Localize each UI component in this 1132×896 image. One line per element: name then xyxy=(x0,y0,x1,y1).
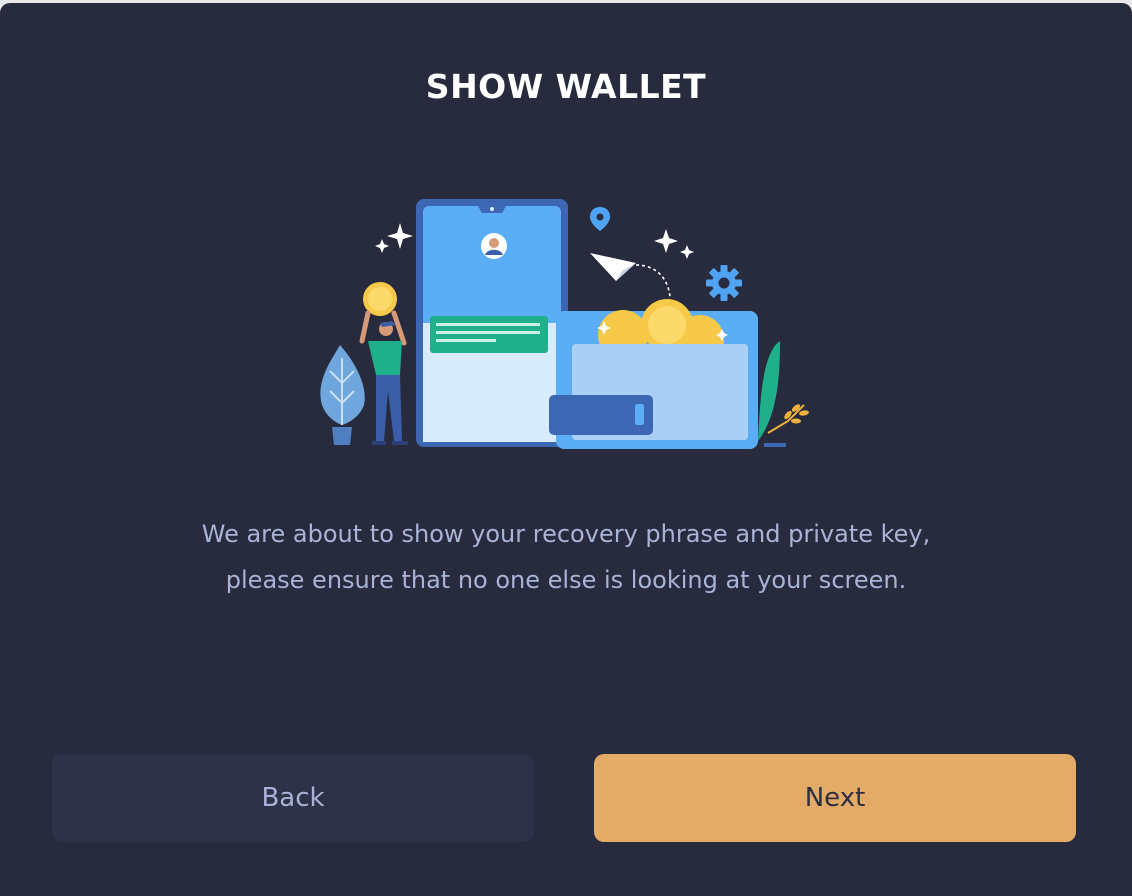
show-wallet-dialog: SHOW WALLET We are about to show your re… xyxy=(0,3,1132,896)
sparkle-icon xyxy=(654,229,694,259)
gear-icon xyxy=(706,265,742,301)
sparkle-icon xyxy=(375,223,413,253)
warning-message-line-1: We are about to show your recovery phras… xyxy=(201,520,931,548)
wallet-icon xyxy=(549,299,758,449)
back-button[interactable]: Back xyxy=(52,754,534,842)
warning-message: We are about to show your recovery phras… xyxy=(0,511,1132,603)
paper-plane-icon xyxy=(590,253,671,298)
person-icon xyxy=(359,282,408,445)
plant-icon xyxy=(320,345,365,445)
next-button[interactable]: Next xyxy=(594,754,1076,842)
phone-icon xyxy=(416,199,568,447)
warning-message-line-2: please ensure that no one else is lookin… xyxy=(225,566,907,594)
plant-icon xyxy=(758,341,809,447)
location-pin-icon xyxy=(590,207,610,231)
wallet-illustration xyxy=(320,199,809,449)
dialog-title: SHOW WALLET xyxy=(425,67,707,106)
